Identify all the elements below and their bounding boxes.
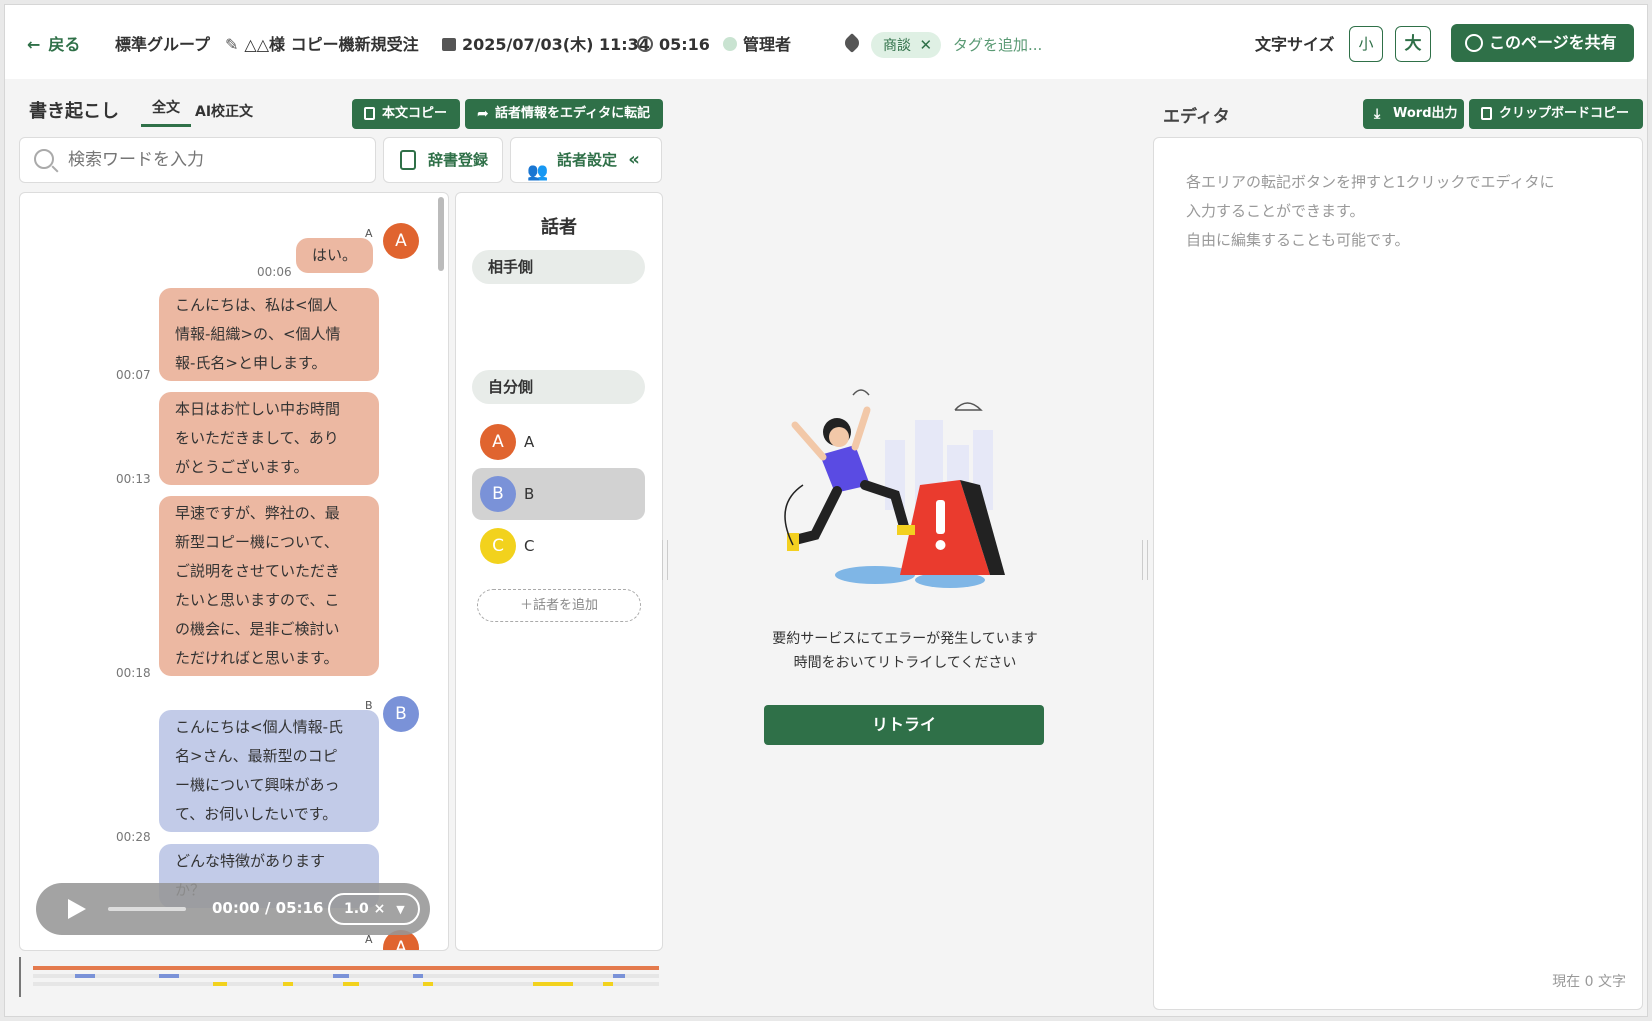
message-bubble: 早速ですが、弊社の、最 新型コピー機について、 ご説明をさせていただき たいと思…	[159, 496, 379, 676]
speaker-name: C	[524, 537, 535, 555]
transcript-list[interactable]: A A 00:06 はい。 00:07 こんにちは、私は<個人 情報-組織>の、…	[19, 192, 449, 951]
tag-chip: 商談 ✕	[871, 32, 941, 58]
editor-textarea[interactable]: 各エリアの転記ボタンを押すと1クリックでエディタに 入力することができます。 自…	[1153, 137, 1643, 1010]
speaker-item-b[interactable]: B B	[472, 468, 645, 520]
resize-handle[interactable]	[662, 540, 668, 580]
back-button[interactable]: ← 戻る	[27, 33, 80, 57]
resize-handle[interactable]	[1142, 540, 1148, 580]
font-large-button[interactable]: 大	[1395, 26, 1431, 62]
timestamp: 00:18	[116, 666, 151, 680]
app-window: ← 戻る 標準グループ ✎ △△様 コピー機新規受注 2025/07/03(木) 1…	[4, 4, 1648, 1017]
link-icon	[1465, 34, 1483, 52]
self-side-group: 自分側	[472, 370, 645, 404]
user-icon	[723, 37, 737, 51]
search-icon-handle	[51, 165, 59, 173]
message-bubble: はい。	[296, 238, 374, 273]
book-icon	[400, 150, 416, 170]
transfer-speaker-button[interactable]: ➦ 話者情報をエディタに転記	[465, 99, 663, 129]
copy-icon	[1481, 107, 1492, 120]
timeline-track-c	[33, 982, 659, 986]
timestamp: 00:06	[257, 265, 292, 279]
dictionary-button[interactable]: 辞書登録	[383, 137, 503, 183]
speaker-name: B	[524, 485, 535, 503]
share-arrow-icon: ➦	[477, 106, 489, 122]
scrollbar-thumb[interactable]	[438, 197, 444, 271]
timestamp: 00:13	[116, 472, 151, 486]
tab-ai-corrected[interactable]: AI校正文	[195, 101, 253, 121]
calendar-icon	[442, 38, 456, 51]
editor-placeholder: 各エリアの転記ボタンを押すと1クリックでエディタに 入力することができます。 自…	[1186, 173, 1555, 249]
owner-name: 管理者	[723, 33, 791, 57]
copy-icon	[364, 107, 375, 120]
summary-error-message: 要約サービスにてエラーが発生しています 時間をおいてリトライしてください	[772, 631, 1038, 671]
message-bubble: こんにちは、私は<個人 情報-組織>の、<個人情 報-氏名>と申します。	[159, 288, 379, 381]
tab-full-text[interactable]: 全文	[141, 97, 191, 127]
double-chevron-left-icon: «	[628, 149, 640, 170]
close-icon[interactable]: ✕	[919, 36, 932, 54]
speaker-item-c[interactable]: C C	[472, 520, 645, 572]
message-bubble: 本日はお忙しい中お時間 をいただきまして、あり がとうございます。	[159, 392, 379, 485]
meeting-title[interactable]: ✎ △△様 コピー機新規受注	[225, 33, 419, 57]
tag-icon	[842, 33, 862, 57]
word-export-button[interactable]: ⤓ Word出力	[1363, 99, 1464, 129]
meeting-datetime: 2025/07/03(木) 11:34	[442, 33, 650, 57]
speaker-name: A	[524, 433, 535, 451]
play-icon[interactable]	[68, 899, 86, 919]
speaker-avatar: A	[383, 223, 419, 259]
character-count: 現在 0 文字	[1552, 974, 1626, 990]
users-icon: 👥	[527, 162, 549, 182]
retry-button[interactable]: リトライ	[764, 705, 1044, 745]
clock-icon	[637, 36, 653, 52]
speaker-avatar: A	[480, 424, 516, 460]
search-box[interactable]	[19, 137, 376, 183]
timeline-track-b	[33, 974, 659, 978]
pencil-icon: ✎	[225, 35, 239, 54]
timestamp: 00:07	[116, 368, 151, 382]
group-name: 標準グループ	[115, 35, 211, 54]
playback-progress[interactable]	[108, 907, 186, 911]
font-size-label: 文字サイズ	[1255, 35, 1335, 54]
search-input[interactable]	[68, 146, 358, 174]
share-button[interactable]: このページを共有	[1451, 24, 1634, 62]
speaker-item-a[interactable]: A A	[472, 416, 645, 468]
playback-time: 00:00 / 05:16	[212, 899, 324, 917]
message-bubble: こんにちは<個人情報-氏 名>さん、最新型のコピ ー機について興味があっ て、お…	[159, 710, 379, 832]
clipboard-copy-button[interactable]: クリップボードコピー	[1469, 99, 1643, 129]
speaker-avatar: B	[383, 696, 419, 732]
add-tag-input[interactable]: タグを追加...	[953, 33, 1042, 57]
speaker-label: A	[365, 227, 373, 240]
speakers-title: 話者	[541, 217, 577, 238]
timeline-cursor[interactable]	[19, 957, 21, 997]
speaker-avatar: C	[480, 528, 516, 564]
audio-player: 00:00 / 05:16 1.0 × ▼	[36, 883, 430, 935]
meeting-duration: 05:16	[637, 33, 710, 57]
playback-speed-select[interactable]: 1.0 × ▼	[328, 893, 420, 925]
speaker-timeline[interactable]	[19, 957, 661, 997]
download-icon: ⤓	[1374, 106, 1381, 122]
speaker-avatar: B	[480, 476, 516, 512]
error-illustration	[784, 389, 1005, 588]
timestamp: 00:28	[116, 830, 151, 844]
copy-text-button[interactable]: 本文コピー	[352, 99, 460, 129]
timeline-track-a	[33, 966, 659, 970]
transcript-title: 書き起こし	[29, 101, 119, 122]
arrow-left-icon: ←	[27, 35, 41, 54]
other-side-group: 相手側	[472, 250, 645, 284]
font-small-button[interactable]: 小	[1349, 26, 1383, 62]
header-bar: ← 戻る 標準グループ ✎ △△様 コピー機新規受注 2025/07/03(木) 1…	[5, 5, 1647, 79]
add-speaker-button[interactable]: ＋話者を追加	[477, 589, 641, 622]
chevron-down-icon: ▼	[396, 903, 405, 916]
editor-title: エディタ	[1163, 107, 1230, 127]
speaker-settings-button[interactable]: 👥 話者設定 «	[510, 137, 662, 183]
